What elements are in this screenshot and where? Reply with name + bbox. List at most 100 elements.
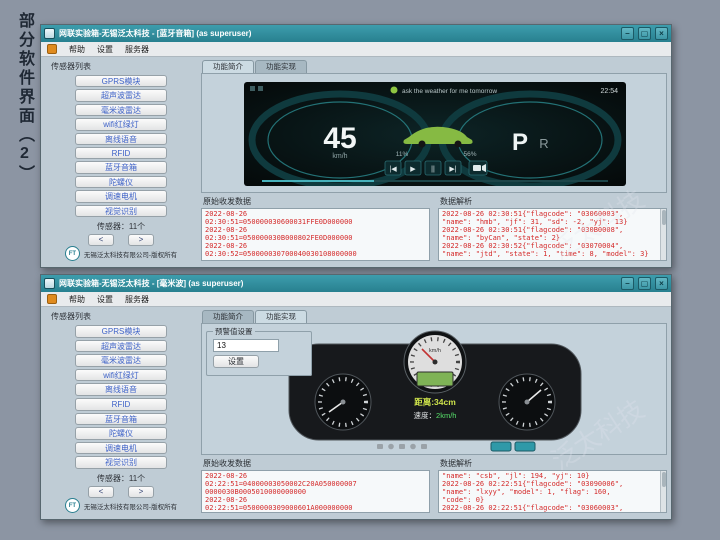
menu-help[interactable]: 帮助 (69, 294, 85, 305)
sensor-button-ultrasonic-radar[interactable]: 超声波雷达 (75, 89, 167, 101)
next-page-button[interactable]: > (128, 486, 154, 498)
menu-server[interactable]: 服务器 (125, 44, 149, 55)
sensor-button-bluetooth-speaker[interactable]: 蓝牙音箱 (75, 413, 167, 426)
sensor-button-vision[interactable]: 视觉识别 (75, 205, 167, 217)
window-body: 传感器列表 GPRS模块 超声波雷达 毫米波雷达 wifi红绿灯 离线语音 RF… (41, 307, 671, 519)
menu-settings[interactable]: 设置 (97, 44, 113, 55)
raw-data-box[interactable]: 2022-08-26 02:30:51=050000030600031FFE0D… (201, 208, 430, 261)
scrollbar-thumb[interactable] (662, 472, 666, 487)
bluetooth-player-image: ask the weather for me tomorrow 22:54 45… (244, 82, 626, 186)
raw-line: 2022-08-26 (205, 472, 426, 480)
pause-icon: || (431, 166, 435, 173)
menu-help[interactable]: 帮助 (69, 44, 85, 55)
scrollbar-thumb[interactable] (662, 210, 666, 225)
minimize-button[interactable]: – (621, 27, 634, 40)
vertical-scrollbar[interactable] (660, 209, 666, 260)
sensor-button-ultrasonic-radar[interactable]: 超声波雷达 (75, 340, 167, 353)
left-gauge (315, 374, 371, 430)
sensor-button-offline-voice[interactable]: 离线语音 (75, 383, 167, 396)
parse-line: "name": "csb", "jl": 194, "yj": 10} (442, 472, 663, 480)
raw-data-title: 原始收发数据 (203, 458, 430, 469)
sensor-button-wifi-light[interactable]: wifi红绿灯 (75, 369, 167, 382)
titlebar[interactable]: 网联实验箱-无锡泛太科技 - [毫米波] (as superuser) – ▢ … (41, 275, 671, 292)
raw-line: 02:30:52=050000030700040030108000000 (205, 250, 426, 258)
raw-line: 2022-08-26 (205, 210, 426, 218)
right-stat: 56% (463, 151, 476, 158)
parsed-data-panel: 数据解析 "name": "csb", "jl": 194, "yj": 10}… (438, 457, 667, 513)
warning-value-input[interactable] (213, 339, 279, 352)
tab-function-intro[interactable]: 功能简介 (202, 60, 254, 73)
window-icon (44, 28, 55, 39)
app-window-mmwave: 网联实验箱-无锡泛太科技 - [毫米波] (as superuser) – ▢ … (40, 274, 672, 520)
next-page-button[interactable]: > (128, 234, 154, 246)
window-body: 传感器列表 GPRS模块 超声波雷达 毫米波雷达 wifi红绿灯 离线语音 RF… (41, 57, 671, 267)
sensor-button-mmwave-radar[interactable]: 毫米波雷达 (75, 104, 167, 116)
tab-function-impl[interactable]: 功能实现 (255, 310, 307, 323)
media-controls: |◀ ▶ || ▶| (385, 161, 487, 175)
tab-function-intro[interactable]: 功能简介 (202, 310, 254, 323)
distance-readout: 距离:34cm (414, 397, 456, 407)
sensor-button-rfid[interactable]: RFID (75, 398, 167, 411)
cluster-button-2[interactable] (515, 442, 535, 451)
raw-data-panel: 原始收发数据 2022-08-26 02:30:51=0500000306000… (201, 195, 430, 261)
prev-page-button[interactable]: < (88, 234, 114, 246)
close-button[interactable]: × (655, 27, 668, 40)
right-gauge (499, 374, 555, 430)
sensor-pager: < > (88, 234, 154, 246)
menu-server[interactable]: 服务器 (125, 294, 149, 305)
prev-page-button[interactable]: < (88, 486, 114, 498)
raw-line: 02:22:51=0500000309000601A000000000 (205, 504, 426, 512)
parsed-data-title: 数据解析 (440, 458, 667, 469)
parsed-data-box[interactable]: 2022-08-26 02:30:51{"flagcode": "0306000… (438, 208, 667, 261)
close-button[interactable]: × (655, 277, 668, 290)
raw-line: 02:30:51=050000030B000802FE0D000000 (205, 234, 426, 242)
vertical-scrollbar[interactable] (660, 471, 666, 512)
sensor-button-speed-motor[interactable]: 调速电机 (75, 190, 167, 202)
sensor-button-bluetooth-speaker[interactable]: 蓝牙音箱 (75, 161, 167, 173)
app-menu-icon[interactable] (47, 44, 57, 54)
cluster-bottom-icons (377, 444, 427, 450)
warning-settings-group: 预警值设置 设置 (206, 326, 312, 376)
parse-line: 2022-08-26 02:30:51{"flagcode": "0306000… (442, 210, 663, 218)
raw-data-title: 原始收发数据 (203, 196, 430, 207)
maximize-button[interactable]: ▢ (638, 277, 651, 290)
sensor-button-vision[interactable]: 视觉识别 (75, 456, 167, 469)
sensor-button-gprs[interactable]: GPRS模块 (75, 325, 167, 338)
sensor-button-wifi-light[interactable]: wifi红绿灯 (75, 118, 167, 130)
sensor-button-offline-voice[interactable]: 离线语音 (75, 133, 167, 145)
cluster-button-1[interactable] (491, 442, 511, 451)
maximize-button[interactable]: ▢ (638, 27, 651, 40)
sensor-button-gyroscope[interactable]: 陀螺仪 (75, 176, 167, 188)
raw-line: 0000030B0005010000000000 (205, 488, 426, 496)
parsed-data-title: 数据解析 (440, 196, 667, 207)
camera-icon (473, 165, 481, 171)
app-window-bluetooth-speaker: 网联实验箱-无锡泛太科技 - [蓝牙音箱] (as superuser) – ▢… (40, 24, 672, 268)
company-logo: FT (65, 246, 80, 261)
sensor-button-rfid[interactable]: RFID (75, 147, 167, 159)
instrument-cluster-image: km/h (285, 328, 585, 452)
titlebar[interactable]: 网联实验箱-无锡泛太科技 - [蓝牙音箱] (as superuser) – ▢… (41, 25, 671, 42)
window-title: 网联实验箱-无锡泛太科技 - [蓝牙音箱] (as superuser) (59, 28, 617, 39)
parsed-data-panel: 数据解析 2022-08-26 02:30:51{"flagcode": "03… (438, 195, 667, 261)
speed-value: 45 (323, 122, 356, 155)
sensor-button-mmwave-radar[interactable]: 毫米波雷达 (75, 354, 167, 367)
parse-line: 2022-08-26 02:30:51{"flagcode": "030B000… (442, 226, 663, 234)
main-panel: 功能简介 功能实现 预警值设置 设置 km/h (201, 310, 667, 513)
tab-function-impl[interactable]: 功能实现 (255, 60, 307, 73)
minimize-button[interactable]: – (621, 277, 634, 290)
parse-line: "name": "byCan", "state": 2} (442, 234, 663, 242)
sensor-button-gyroscope[interactable]: 陀螺仪 (75, 427, 167, 440)
window-title: 网联实验箱-无锡泛太科技 - [毫米波] (as superuser) (59, 278, 617, 289)
sidebar-footer: FT 无锡泛太科技有限公司-版权所有 (65, 498, 177, 513)
sensor-button-gprs[interactable]: GPRS模块 (75, 75, 167, 87)
gear-r: R (539, 136, 548, 151)
apply-settings-button[interactable]: 设置 (213, 355, 259, 368)
raw-data-box[interactable]: 2022-08-26 02:22:51=04000003050002C20A05… (201, 470, 430, 513)
data-panels: 原始收发数据 2022-08-26 02:30:51=0500000306000… (201, 195, 667, 261)
app-menu-icon[interactable] (47, 294, 57, 304)
parsed-data-box[interactable]: "name": "csb", "jl": 194, "yj": 10} 2022… (438, 470, 667, 513)
sensor-pager: < > (88, 486, 154, 498)
sensor-button-speed-motor[interactable]: 调速电机 (75, 442, 167, 455)
page-side-title: 部分软件界面（2） (12, 12, 36, 184)
menu-settings[interactable]: 设置 (97, 294, 113, 305)
